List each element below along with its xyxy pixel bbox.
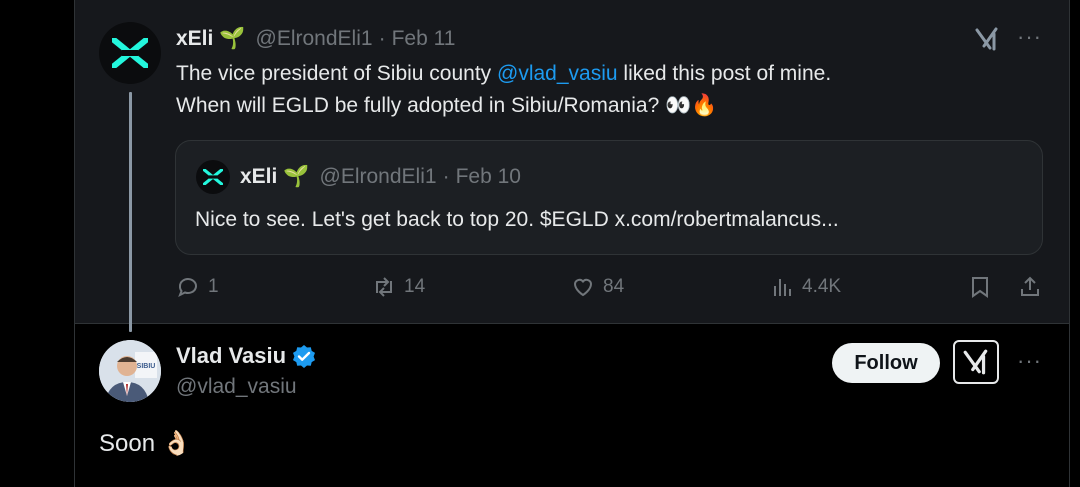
quote-author-handle: @ElrondEli1 xyxy=(319,165,437,188)
post-text-line2: When will EGLD be fully adopted in Sibiu… xyxy=(176,94,718,117)
avatar-sibiu-text: SIBIU xyxy=(137,363,156,370)
quote-author-name: xEli xyxy=(240,165,278,188)
quote-header: xEli 🌱 @ElrondEli1 · Feb 10 xyxy=(240,164,521,190)
vlad-vasiu-avatar[interactable]: SIBIU xyxy=(99,340,161,402)
multiversx-logo-icon xyxy=(203,169,223,185)
dot-separator: · xyxy=(378,27,386,50)
multiversx-logo-icon xyxy=(112,38,148,68)
thread-connector-line xyxy=(129,92,132,332)
reply-button[interactable]: 1 xyxy=(176,275,219,299)
share-icon xyxy=(1021,276,1039,296)
author-emoji: 🌱 xyxy=(219,27,246,50)
follow-button[interactable]: Follow xyxy=(832,343,940,383)
reply-text: Soon 👌🏻 xyxy=(99,430,192,457)
reply-more-icon[interactable]: ··· xyxy=(1017,348,1042,374)
reply-icon xyxy=(178,278,197,298)
post-date[interactable]: Feb 11 xyxy=(392,27,456,51)
quoted-post-card[interactable]: xEli 🌱 @ElrondEli1 · Feb 10 Nice to see.… xyxy=(175,140,1043,255)
author-handle[interactable]: @ElrondEli1 xyxy=(256,27,373,51)
repost-icon xyxy=(376,277,392,297)
bookmark-icon xyxy=(972,277,988,298)
like-icon xyxy=(573,278,593,297)
quote-date: Feb 10 xyxy=(455,165,521,188)
post-text-part1: The vice president of Sibiu county xyxy=(176,62,498,85)
grok-button[interactable] xyxy=(953,340,999,384)
reply-author-name[interactable]: Vlad Vasiu xyxy=(176,343,286,369)
reply-author-handle[interactable]: @vlad_vasiu xyxy=(176,375,297,399)
post-text-line1: The vice president of Sibiu county @vlad… xyxy=(176,58,831,90)
views-count: 4.4K xyxy=(802,276,842,297)
quote-avatar xyxy=(196,160,230,194)
verified-badge-icon xyxy=(293,345,316,368)
quote-text: Nice to see. Let's get back to top 20. $… xyxy=(195,208,839,231)
bookmark-button[interactable] xyxy=(968,275,992,299)
repost-count: 14 xyxy=(404,276,426,297)
grok-icon[interactable] xyxy=(974,26,1000,52)
author-name[interactable]: xEli xyxy=(176,27,213,51)
views-button[interactable]: 4.4K xyxy=(770,275,841,299)
share-button[interactable] xyxy=(1018,275,1042,299)
quote-author-emoji: 🌱 xyxy=(283,165,310,188)
mention-link[interactable]: @vlad_vasiu xyxy=(497,62,618,85)
timeline-right-border xyxy=(1069,0,1070,487)
post-header: xEli 🌱 @ElrondEli1 · Feb 11 xyxy=(176,26,455,52)
grok-icon xyxy=(963,349,988,375)
post-text-part2: liked this post of mine. xyxy=(617,62,832,85)
xeli-avatar[interactable] xyxy=(99,22,161,84)
quote-dot-separator: · xyxy=(442,165,450,188)
like-button[interactable]: 84 xyxy=(571,275,624,299)
like-count: 84 xyxy=(603,276,625,297)
repost-button[interactable]: 14 xyxy=(372,275,425,299)
reply-count: 1 xyxy=(208,276,219,297)
reply-header: Vlad Vasiu xyxy=(176,342,316,370)
post-more-icon[interactable]: ··· xyxy=(1017,24,1042,50)
views-icon xyxy=(774,279,791,296)
person-avatar-icon: SIBIU xyxy=(99,340,161,402)
